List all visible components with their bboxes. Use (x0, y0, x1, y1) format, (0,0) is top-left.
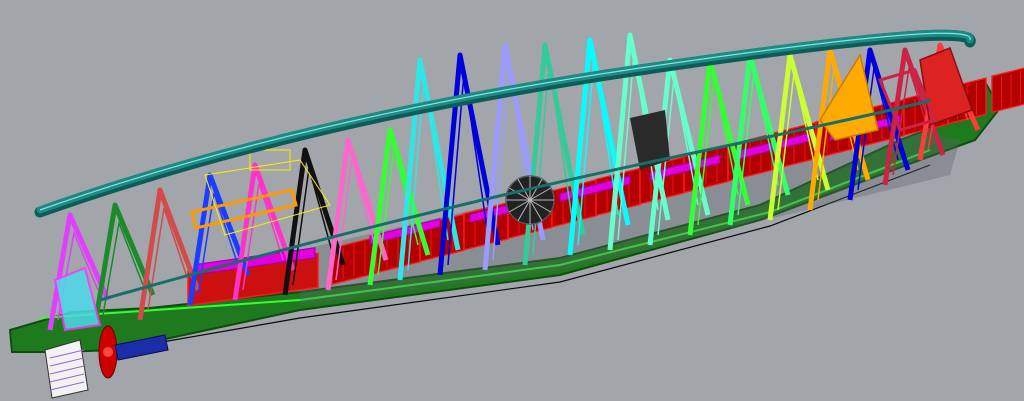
bow-red-frame (919, 47, 973, 127)
battery-cell (991, 65, 1024, 114)
cad-viewport[interactable] (0, 0, 1024, 401)
boat-hull-wireframe-model (8, 29, 1024, 399)
propeller-hub (103, 347, 113, 357)
